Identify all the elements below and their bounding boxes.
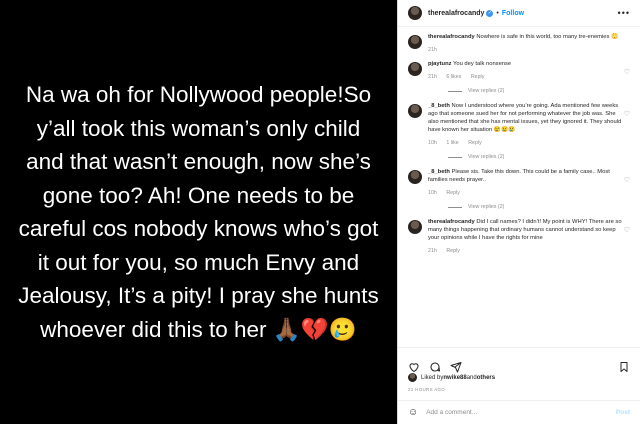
avatar[interactable] (408, 373, 417, 382)
likes-and: and (466, 374, 477, 381)
like-comment-icon[interactable]: ♡ (624, 226, 630, 234)
avatar[interactable] (408, 170, 422, 184)
instagram-post: Na wa oh for Nollywood people!So y’all t… (0, 0, 640, 424)
comment-time: 10h (428, 190, 437, 196)
avatar[interactable] (408, 62, 422, 76)
comment-username[interactable]: therealafrocandy (428, 219, 475, 225)
post-image-text: Na wa oh for Nollywood people!So y’all t… (18, 82, 379, 342)
like-comment-icon[interactable]: ♡ (624, 176, 630, 184)
reply-button[interactable]: Reply (468, 140, 482, 146)
liked-by-others[interactable]: others (477, 375, 495, 381)
more-options-icon[interactable]: ••• (618, 8, 630, 18)
view-replies-label: View replies (2) (468, 204, 505, 210)
view-replies-button[interactable]: View replies (2) (448, 154, 630, 160)
liked-by-user[interactable]: nwike88 (443, 375, 466, 381)
reply-button[interactable]: Reply (446, 248, 460, 254)
comment-username[interactable]: _8_beth (428, 169, 450, 175)
view-replies-label: View replies (2) (468, 154, 505, 160)
view-replies-button[interactable]: View replies (2) (448, 88, 630, 94)
like-comment-icon[interactable]: ♡ (624, 68, 630, 76)
comment-time: 21h (428, 47, 437, 53)
view-replies-button[interactable]: View replies (2) (448, 204, 630, 210)
header-username[interactable]: therealafrocandy (428, 10, 484, 17)
bookmark-icon[interactable] (618, 361, 630, 373)
comment-item: _8_beth Now I understood where you’re go… (408, 102, 630, 147)
separator-dot: • (496, 9, 499, 17)
comment-username[interactable]: pjaytunz (428, 61, 452, 67)
add-comment-bar: ☺ Post (398, 400, 640, 424)
comment-likes[interactable]: 6 likes (446, 74, 461, 80)
comment-text: You dey talk nonsense (453, 61, 512, 67)
avatar[interactable] (408, 6, 422, 20)
comment-item: therealafrocandy Did I call names? I did… (408, 218, 630, 255)
post-button[interactable]: Post (616, 409, 630, 416)
comment-time: 21h (428, 74, 437, 80)
comment-time: 21h (428, 248, 437, 254)
reply-button[interactable]: Reply (446, 190, 460, 196)
comment-text: Now I understood where you’re going. Ada… (428, 103, 622, 133)
comment-username[interactable]: therealafrocandy (428, 34, 475, 40)
caption: therealafrocandy Nowhere is safe in this… (408, 33, 630, 54)
comment-item: pjaytunz You dey talk nonsense 21h 6 lik… (408, 60, 630, 81)
avatar[interactable] (408, 35, 422, 49)
comments-list[interactable]: therealafrocandy Nowhere is safe in this… (398, 27, 640, 345)
heart-icon[interactable] (408, 361, 420, 373)
follow-button[interactable]: Follow (502, 10, 524, 17)
post-side-panel: therealafrocandy ✓ • Follow ••• thereala… (397, 0, 640, 424)
comment-likes[interactable]: 1 like (446, 140, 458, 146)
likes-summary: Liked by nwike88 and others (408, 373, 495, 382)
comment-text: Please sis. Take this down. This could b… (428, 169, 610, 183)
avatar[interactable] (408, 220, 422, 234)
emoji-icon[interactable]: ☺ (408, 407, 418, 418)
like-comment-icon[interactable]: ♡ (624, 110, 630, 118)
share-icon[interactable] (450, 361, 462, 373)
post-timestamp: 21 HOURS AGO (408, 387, 446, 392)
avatar[interactable] (408, 104, 422, 118)
view-replies-label: View replies (2) (468, 88, 505, 94)
comment-item: _8_beth Please sis. Take this down. This… (408, 168, 630, 197)
post-image[interactable]: Na wa oh for Nollywood people!So y’all t… (0, 0, 397, 424)
comment-text: Nowhere is safe in this world, too many … (476, 34, 619, 40)
likes-prefix: Liked by (421, 374, 444, 381)
post-header: therealafrocandy ✓ • Follow ••• (398, 0, 640, 27)
comment-username[interactable]: _8_beth (428, 103, 450, 109)
reply-button[interactable]: Reply (471, 74, 485, 80)
comment-input[interactable] (424, 408, 616, 417)
verified-icon: ✓ (486, 9, 494, 17)
comment-icon[interactable] (429, 361, 441, 373)
comment-time: 10h (428, 140, 437, 146)
